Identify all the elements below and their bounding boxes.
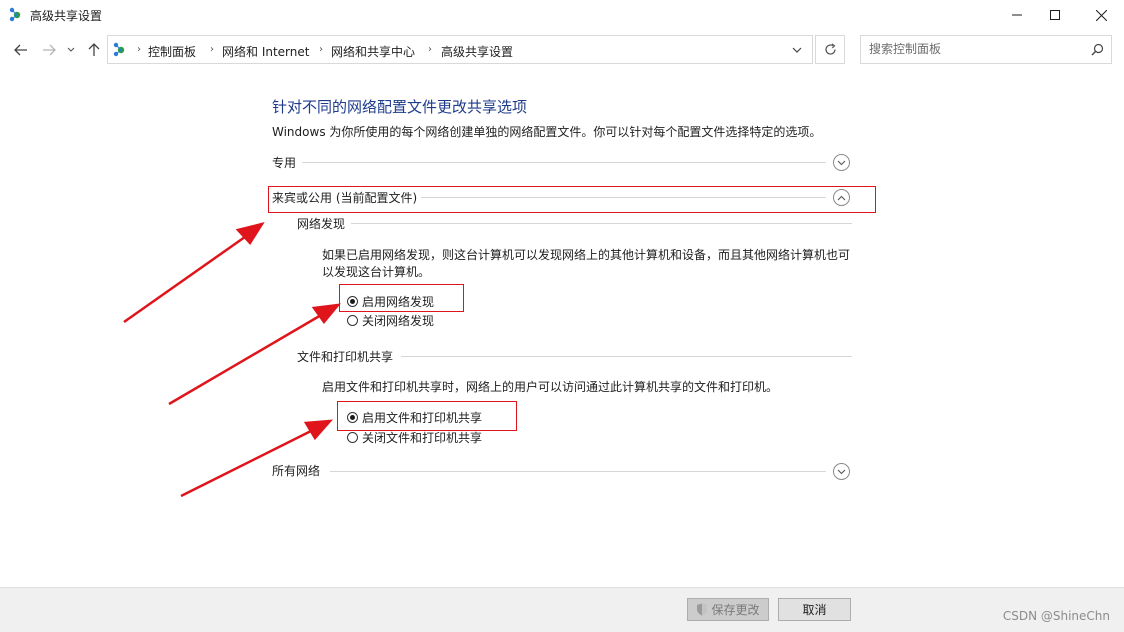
shield-icon [696, 603, 708, 616]
footer-bar [0, 587, 1124, 632]
annotation-arrowhead [303, 419, 333, 441]
cancel-button[interactable]: 取消 [778, 598, 851, 621]
annotation-arrowhead [311, 303, 341, 325]
save-changes-button[interactable]: 保存更改 [687, 598, 769, 621]
watermark-text: CSDN @ShineChn [1002, 609, 1110, 623]
annotation-arrow-line [123, 230, 253, 324]
cancel-label[interactable]: 取消 [802, 601, 826, 618]
annotation-arrow-line [180, 425, 320, 498]
annotation-arrow-line [168, 309, 329, 406]
save-changes-label[interactable]: 保存更改 [711, 601, 759, 618]
annotation-arrows [123, 222, 341, 498]
